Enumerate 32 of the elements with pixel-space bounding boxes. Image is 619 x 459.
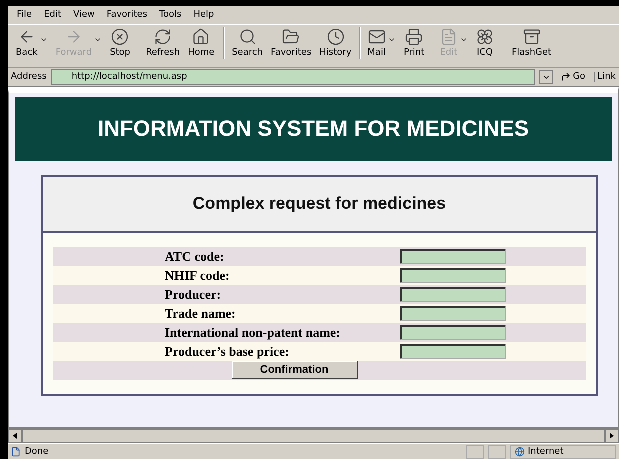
field-label: International non-patent name: <box>165 324 342 340</box>
toolbar-button[interactable]: Search <box>228 27 267 59</box>
toolbar-button[interactable]: Refresh <box>142 27 184 59</box>
menu-item[interactable]: Edit <box>39 10 66 20</box>
links-label[interactable]: Link <box>594 72 616 82</box>
toolbar-button[interactable]: Back <box>12 27 52 59</box>
field-label: ATC code: <box>165 248 226 264</box>
confirmation-button[interactable]: Confirmation <box>232 361 358 379</box>
toolbar-button[interactable]: Print <box>400 27 436 59</box>
field-label: Trade name: <box>165 306 237 322</box>
address-label: Address <box>11 72 47 82</box>
toolbar-button[interactable]: Favorites <box>266 27 316 59</box>
status-text: Done <box>25 446 50 456</box>
toolbar-button[interactable]: Stop <box>106 27 142 59</box>
address-field[interactable]: http://localhost/menu.asp <box>50 69 536 85</box>
field-label: Producer: <box>165 286 222 302</box>
toolbar-button[interactable]: History <box>316 27 356 59</box>
toolbar-button[interactable]: Mail <box>364 27 400 59</box>
menu-item[interactable]: File <box>12 10 38 20</box>
menu-item[interactable]: Help <box>188 10 220 20</box>
toolbar-button[interactable]: Home <box>184 27 220 59</box>
header-title: INFORMATION SYSTEM FOR MEDICINES <box>98 116 530 142</box>
toolbar-button[interactable]: ICQ <box>472 27 508 59</box>
menu-item[interactable]: Tools <box>154 10 187 20</box>
menu-item[interactable]: View <box>68 10 100 20</box>
go-button[interactable]: Go <box>557 72 590 82</box>
field-label: Producer’s base price: <box>165 344 290 360</box>
field-label: NHIF code: <box>165 268 231 284</box>
menu-item[interactable]: Favorites <box>102 10 153 20</box>
form-title: Complex request for medicines <box>192 194 446 214</box>
toolbar-button[interactable]: FlashGet <box>508 27 556 59</box>
zone-label: Internet <box>528 446 564 456</box>
